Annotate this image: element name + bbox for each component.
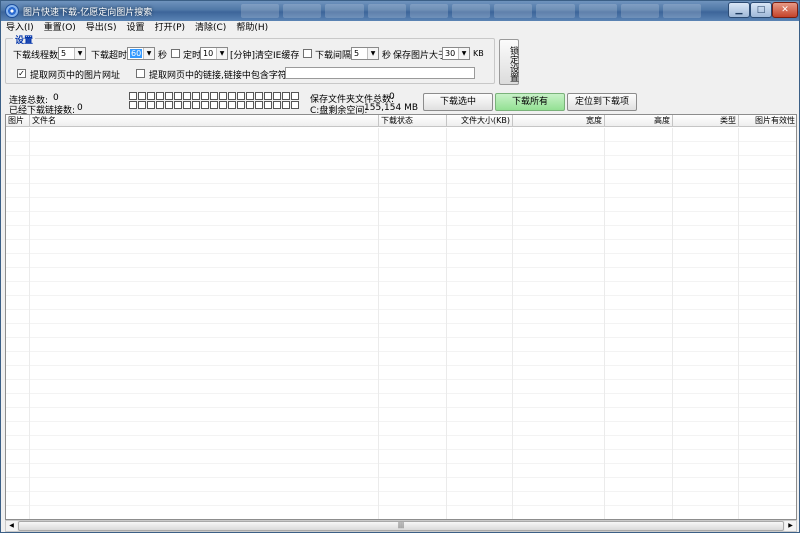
column-divider xyxy=(378,128,379,519)
extract-links-label: 提取网页中的链接,链接中包含字符: xyxy=(149,71,290,81)
downloaded-links-value: 0 xyxy=(77,103,83,113)
extract-links-checkbox[interactable] xyxy=(136,69,145,78)
main-window: 图片快速下载-亿愿定向图片搜索 ▁ □ ✕ 导入(I) 重置(O) 导出(S) … xyxy=(0,0,800,533)
menu-open[interactable]: 打开(P) xyxy=(150,21,190,36)
min-size-select[interactable]: 30 ▼ xyxy=(442,47,470,60)
min-size-unit: KB xyxy=(473,49,484,58)
col-image[interactable]: 图片 xyxy=(6,115,30,127)
locate-download-button[interactable]: 定位到下载项 xyxy=(567,93,637,111)
col-status[interactable]: 下载状态 xyxy=(379,115,447,127)
table-body xyxy=(6,128,796,519)
horizontal-scrollbar[interactable]: ◀ ||| ▶ xyxy=(5,520,797,532)
chevron-down-icon: ▼ xyxy=(367,48,378,59)
extract-links-input[interactable] xyxy=(285,67,475,79)
chevron-down-icon: ▼ xyxy=(74,48,85,59)
timeout-label: 下载超时 xyxy=(91,51,128,61)
scroll-right-icon[interactable]: ▶ xyxy=(785,521,796,531)
threads-value: 5 xyxy=(61,49,67,58)
column-divider xyxy=(672,128,673,519)
menu-bar: 导入(I) 重置(O) 导出(S) 设置 打开(P) 清除(C) 帮助(H) xyxy=(1,21,799,36)
app-logo-icon xyxy=(5,4,19,18)
chevron-down-icon: ▼ xyxy=(143,48,154,59)
col-size[interactable]: 文件大小(KB) xyxy=(447,115,513,127)
download-selected-button[interactable]: 下载选中 xyxy=(423,93,493,111)
maximize-button[interactable]: □ xyxy=(750,2,772,18)
col-filename[interactable]: 文件名 xyxy=(30,115,379,127)
interval-select[interactable]: 5 ▼ xyxy=(351,47,379,60)
chevron-down-icon: ▼ xyxy=(216,48,227,59)
scroll-left-icon[interactable]: ◀ xyxy=(6,521,17,531)
interval-unit: 秒 xyxy=(382,51,392,61)
timer-select[interactable]: 10 ▼ xyxy=(200,47,228,60)
window-title: 图片快速下载-亿愿定向图片搜索 xyxy=(23,8,153,18)
col-validity[interactable]: 图片有效性 xyxy=(739,115,796,127)
menu-help[interactable]: 帮助(H) xyxy=(231,21,273,36)
free-space-value: 155,154 MB xyxy=(364,103,419,113)
column-divider xyxy=(604,128,605,519)
col-type[interactable]: 类型 xyxy=(673,115,739,127)
menu-clear[interactable]: 清除(C) xyxy=(190,21,231,36)
menu-settings[interactable]: 设置 xyxy=(122,21,150,36)
saved-files-value: 0 xyxy=(389,92,395,102)
thread-status-grid xyxy=(129,92,299,109)
threads-label: 下载线程数 xyxy=(13,51,59,61)
download-all-button[interactable]: 下载所有 xyxy=(495,93,565,111)
timeout-select[interactable]: 60 ▼ xyxy=(127,47,155,60)
timer-label: 定时 xyxy=(183,51,202,61)
chevron-down-icon: ▼ xyxy=(458,48,469,59)
min-size-value: 30 xyxy=(445,49,456,58)
scrollbar-thumb[interactable]: ||| xyxy=(18,521,784,531)
min-size-label: 保存图片大于 xyxy=(393,51,448,61)
lock-settings-button[interactable]: 锁定设置 xyxy=(499,39,519,85)
settings-group-title: 设置 xyxy=(13,33,36,46)
download-list-table[interactable]: 图片 文件名 下载状态 文件大小(KB) 宽度 高度 类型 图片有效性 xyxy=(5,114,797,520)
col-height[interactable]: 高度 xyxy=(605,115,673,127)
column-divider xyxy=(738,128,739,519)
title-bar: 图片快速下载-亿愿定向图片搜索 ▁ □ ✕ xyxy=(1,1,799,21)
col-width[interactable]: 宽度 xyxy=(513,115,605,127)
column-divider xyxy=(446,128,447,519)
column-divider xyxy=(29,128,30,519)
threads-select[interactable]: 5 ▼ xyxy=(58,47,86,60)
close-button[interactable]: ✕ xyxy=(772,2,798,18)
timer-checkbox[interactable] xyxy=(171,49,180,58)
taskbar-blur xyxy=(241,4,702,18)
interval-label: 下载间隔 xyxy=(315,51,352,61)
timer-suffix: [分钟]清空IE缓存 xyxy=(230,51,300,61)
minimize-button[interactable]: ▁ xyxy=(728,2,750,18)
timeout-unit: 秒 xyxy=(158,51,168,61)
extract-urls-label: 提取网页中的图片网址 xyxy=(30,71,121,81)
table-header: 图片 文件名 下载状态 文件大小(KB) 宽度 高度 类型 图片有效性 xyxy=(6,115,796,127)
total-links-value: 0 xyxy=(53,93,59,103)
timer-value: 10 xyxy=(203,49,214,58)
timeout-value: 60 xyxy=(130,49,143,58)
menu-export[interactable]: 导出(S) xyxy=(81,21,122,36)
interval-checkbox[interactable] xyxy=(303,49,312,58)
settings-group: 设置 下载线程数 5 ▼ 下载超时 60 ▼ 秒 定时 10 ▼ [分钟]清空I… xyxy=(5,33,495,84)
column-divider xyxy=(512,128,513,519)
menu-reset[interactable]: 重置(O) xyxy=(39,21,81,36)
interval-value: 5 xyxy=(354,49,360,58)
extract-urls-checkbox[interactable]: ✓ xyxy=(17,69,26,78)
